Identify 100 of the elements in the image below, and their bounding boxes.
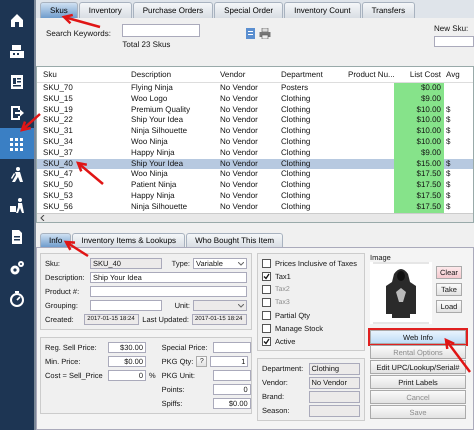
hiker-icon — [8, 166, 26, 184]
table-row[interactable]: SKU_70 Flying Ninja No Vendor Posters $0.00 — [37, 83, 473, 94]
table-cell-text: No Vendor — [219, 158, 259, 170]
table-row[interactable]: SKU_37 Happy Ninja No Vendor Clothing $9.00 — [37, 148, 473, 159]
tab[interactable]: Who Bought This Item — [186, 233, 284, 247]
table-cell-text: Clothing — [280, 115, 312, 126]
table-cell-text: No Vendor — [219, 94, 259, 105]
table-cell-text: Clothing — [280, 202, 312, 213]
cart-icon — [8, 196, 26, 214]
table-cell-text: Clothing — [280, 169, 312, 180]
table-row[interactable]: SKU_47 Woo Ninja No Vendor Clothing $17.50 $ — [37, 169, 473, 180]
price-field[interactable] — [212, 370, 251, 381]
table-cell-text: Ship Your Idea — [130, 115, 184, 126]
table-cell-text: Clothing — [280, 126, 312, 137]
table-cell-text: $ — [445, 158, 452, 170]
total-label: Total 23 Skus — [122, 40, 172, 49]
table-cell-text: No Vendor — [219, 190, 259, 202]
column-header[interactable]: Vendor — [218, 67, 279, 82]
column-header[interactable]: Department — [279, 67, 346, 82]
search-field[interactable] — [122, 24, 200, 37]
price-field[interactable] — [212, 342, 251, 353]
table-cell-text: SKU_70 — [42, 83, 74, 94]
attribute-field[interactable] — [308, 390, 360, 402]
table-cell: $10.00 — [394, 104, 444, 116]
table-cell-text: $ — [445, 104, 452, 116]
table-row[interactable]: SKU_56 Ninja Silhouette No Vendor Clothing $17.50 $ — [37, 202, 473, 213]
table-cell-text: Woo Logo — [130, 94, 168, 105]
checkbox[interactable] — [262, 336, 271, 346]
table-cell-text: Ninja Silhouette — [130, 126, 188, 137]
table-cell-text: Clothing — [280, 158, 312, 170]
tab[interactable]: Inventory Items & Lookups — [72, 233, 186, 247]
checkbox[interactable] — [262, 324, 271, 332]
tab[interactable]: Skus — [40, 2, 78, 18]
tab[interactable]: Transfers — [362, 2, 416, 18]
invoice-icon — [8, 72, 26, 90]
grouping-field[interactable] — [90, 300, 162, 311]
table-cell-text: $ — [445, 169, 452, 180]
search-label: Search Keywords: — [46, 29, 112, 38]
annotation-arrow — [76, 161, 104, 185]
table-cell-text: SKU_37 — [42, 148, 74, 159]
table-cell: $15.00 — [394, 158, 444, 170]
table-cell-text: SKU_47 — [42, 169, 74, 180]
table-cell-text: SKU_15 — [42, 94, 74, 105]
tab[interactable]: Inventory Count — [284, 2, 361, 18]
table-row[interactable]: SKU_53 Happy Ninja No Vendor Clothing $17.50 $ — [37, 190, 473, 202]
table-cell-text: Clothing — [280, 136, 312, 148]
tab[interactable]: Info — [40, 233, 72, 247]
table-cell-text: Posters — [280, 83, 310, 94]
column-header[interactable]: Product Nu... — [346, 67, 394, 82]
column-header[interactable]: Sku — [41, 67, 129, 82]
table-cell-text: Clothing — [280, 180, 312, 191]
table-cell: $0.00 — [394, 83, 444, 94]
column-header[interactable]: Avg — [444, 67, 473, 82]
table-row[interactable]: SKU_34 Woo Ninja No Vendor Clothing $10.00 $ — [37, 136, 473, 148]
table-cell-text: SKU_40 — [42, 158, 74, 170]
table-row[interactable]: SKU_40 Ship Your Idea No Vendor Clothing $15.00 $ — [37, 158, 473, 170]
table-cell: $17.50 — [394, 190, 444, 202]
tab[interactable]: Special Order — [214, 2, 284, 18]
table-cell-text: SKU_50 — [42, 180, 74, 191]
table-cell-text: No Vendor — [219, 126, 259, 137]
table-cell-text: Woo Ninja — [130, 136, 169, 148]
table-cell: $10.00 — [394, 115, 444, 126]
table-cell-text: $ — [445, 115, 452, 126]
checkbox[interactable] — [262, 310, 271, 320]
new-sku-field[interactable] — [434, 36, 474, 47]
tab[interactable]: Inventory — [78, 2, 132, 18]
table-cell: $17.50 — [394, 180, 444, 191]
exit-icon — [8, 104, 26, 122]
column-header[interactable]: List Cost — [394, 67, 444, 82]
printer-icon[interactable] — [259, 28, 272, 39]
table-row[interactable]: SKU_31 Ninja Silhouette No Vendor Clothing $10.00 $ — [37, 126, 473, 137]
table-cell-text: Clothing — [280, 94, 312, 105]
annotation-arrow — [61, 14, 100, 28]
scroll-left-icon[interactable] — [40, 214, 45, 221]
table-row[interactable]: SKU_50 Patient Ninja No Vendor Clothing $17.50 $ — [37, 180, 473, 191]
table-row[interactable]: SKU_15 Woo Logo No Vendor Clothing $9.00 — [37, 94, 473, 105]
table-row[interactable]: SKU_22 Ship Your Idea No Vendor Clothing $10.00 $ — [37, 115, 473, 126]
checkbox[interactable] — [262, 258, 271, 268]
table-cell-text: Flying Ninja — [130, 83, 174, 94]
table-cell-text: $ — [445, 126, 452, 137]
checkbox[interactable] — [262, 272, 271, 280]
table-cell-text: SKU_34 — [42, 136, 74, 148]
table-cell-text: SKU_53 — [42, 190, 74, 202]
attribute-field[interactable] — [308, 404, 360, 416]
table-cell: $9.00 — [394, 148, 444, 159]
table-cell-text: No Vendor — [219, 202, 259, 213]
table-cell-text: SKU_31 — [42, 126, 74, 137]
document-icon[interactable] — [245, 28, 258, 39]
table-cell-text: Happy Ninja — [130, 148, 176, 159]
new-sku-label: New Sku: — [434, 24, 468, 33]
table-cell: $17.50 — [394, 202, 444, 213]
horizontal-scrollbar[interactable] — [37, 212, 473, 222]
table-cell-text: SKU_56 — [42, 202, 74, 213]
tab[interactable]: Purchase Orders — [132, 2, 214, 18]
table-cell-text: No Vendor — [219, 180, 259, 191]
table-cell-text: Ship Your Idea — [130, 158, 184, 170]
annotation-arrow — [20, 113, 41, 132]
table-row[interactable]: SKU_19 Premium Quality No Vendor Clothing $10.00 $ — [37, 104, 473, 116]
product-number-field[interactable] — [90, 286, 247, 297]
column-header[interactable]: Description — [129, 67, 218, 82]
